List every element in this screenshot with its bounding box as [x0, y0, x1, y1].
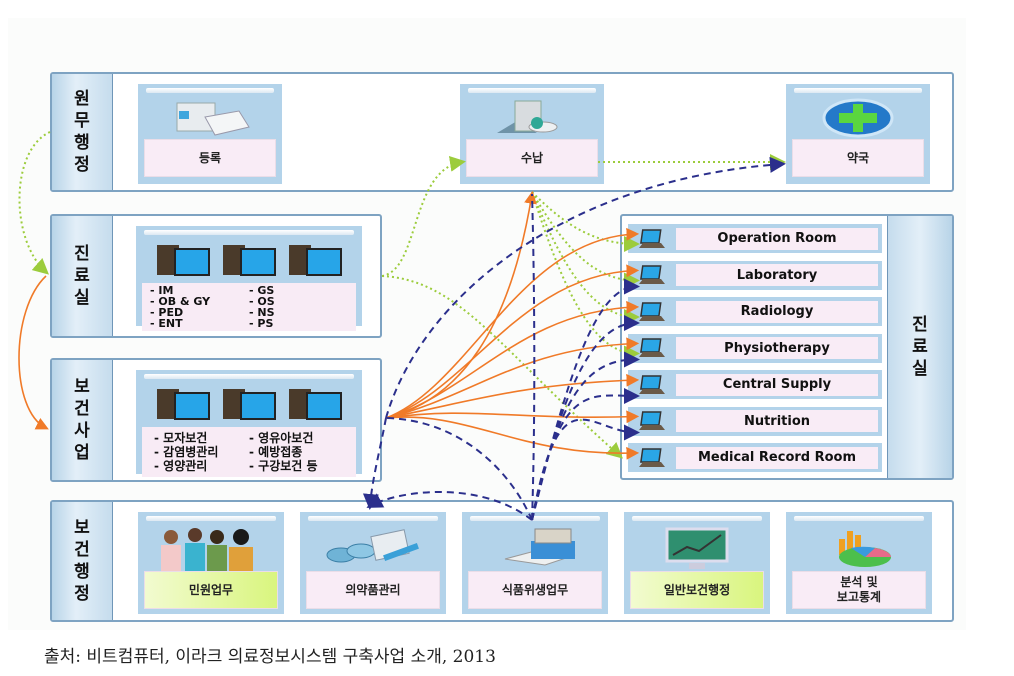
- tile-analysis-reporting-label: 분석 및 보고통계: [792, 571, 926, 609]
- source-caption: 출처: 비트컴퓨터, 이라크 의료정보시스템 구축사업 소개, 2013: [44, 647, 496, 667]
- section-health-admin-label: 보건행정: [74, 518, 90, 604]
- public-health-programs-panel: - 모자보건 - 감염병관리 - 영양관리 - 영유아보건 - 예방접종 - 구…: [136, 370, 362, 477]
- laptop-icon: [632, 447, 672, 469]
- tile-general-health-admin-label: 일반보건행정: [630, 571, 764, 609]
- room-row[interactable]: Operation Room: [628, 224, 882, 253]
- room-label: Physiotherapy: [676, 337, 878, 359]
- room-label: Radiology: [676, 300, 878, 323]
- tile-food-hygiene[interactable]: 식품위생업무: [462, 512, 608, 614]
- people-group-icon: [144, 525, 278, 571]
- section-clinic: 진료실 - IM - OB & GY - PED - ENT - GS - OS…: [50, 214, 382, 338]
- tile-general-health-admin[interactable]: 일반보건행정: [624, 512, 770, 614]
- room-row[interactable]: Medical Record Room: [628, 443, 882, 472]
- program-item: - 모자보건: [154, 431, 208, 445]
- monitor-chart-icon: [630, 525, 764, 571]
- tile-food-hygiene-label: 식품위생업무: [468, 571, 602, 609]
- tile-payment-label: 수납: [466, 139, 598, 177]
- section-clinic-rooms-label-bar: 진료실: [887, 216, 952, 478]
- laptop-icon: [632, 337, 672, 359]
- section-admin-label: 원무행정: [74, 89, 90, 175]
- section-public-health-label: 보건사업: [74, 377, 90, 463]
- room-row[interactable]: Physiotherapy: [628, 333, 882, 363]
- section-clinic-rooms: 진료실 Operation Room Laboratory Radiology Phy…: [620, 214, 954, 480]
- tile-drug-management[interactable]: 의약품관리: [300, 512, 446, 614]
- registration-printer-icon: [144, 97, 276, 139]
- program-item: - 예방접종: [249, 445, 303, 459]
- tile-registration-label: 등록: [144, 139, 276, 177]
- tile-pharmacy-label: 약국: [792, 139, 924, 177]
- room-label: Laboratory: [676, 264, 878, 286]
- tile-civil-affairs[interactable]: 민원업무: [138, 512, 284, 614]
- section-clinic-label-bar: 진료실: [52, 216, 113, 336]
- workstation-computers-icon: [142, 239, 356, 283]
- laptop-icon: [632, 301, 672, 323]
- room-label: Central Supply: [676, 373, 878, 396]
- clinic-departments-panel: - IM - OB & GY - PED - ENT - GS - OS - N…: [136, 226, 362, 331]
- section-admin-label-bar: 원무행정: [52, 74, 113, 190]
- tile-analysis-reporting[interactable]: 분석 및 보고통계: [786, 512, 932, 614]
- section-public-health: 보건사업 - 모자보건 - 감염병관리 - 영양관리 - 영유아보건 - 예방접…: [50, 358, 382, 482]
- room-row[interactable]: Radiology: [628, 297, 882, 326]
- tile-civil-affairs-label: 민원업무: [144, 571, 278, 609]
- room-row[interactable]: Central Supply: [628, 370, 882, 399]
- room-row[interactable]: Nutrition: [628, 406, 882, 436]
- program-item: - 구강보건 등: [249, 459, 318, 473]
- tile-pharmacy[interactable]: 약국: [786, 84, 930, 184]
- program-item: - 영유아보건: [249, 431, 314, 445]
- statistics-pie-icon: [792, 525, 926, 571]
- tile-drug-management-label: 의약품관리: [306, 571, 440, 609]
- program-item: - 감염병관리: [154, 445, 219, 459]
- section-public-health-label-bar: 보건사업: [52, 360, 113, 480]
- laptop-icon: [632, 374, 672, 396]
- section-health-admin: 보건행정 민원업무 의약품관리 식품위생업무 일반보건행정 분석 및 보고통계: [50, 500, 954, 622]
- department-item: - PS: [249, 317, 274, 330]
- tile-registration[interactable]: 등록: [138, 84, 282, 184]
- room-row[interactable]: Laboratory: [628, 260, 882, 290]
- pharmacy-plus-icon: [792, 97, 924, 139]
- medicine-supplies-icon: [306, 525, 440, 571]
- program-list: - 모자보건 - 감염병관리 - 영양관리 - 영유아보건 - 예방접종 - 구…: [142, 427, 356, 477]
- room-label: Medical Record Room: [676, 446, 878, 469]
- tile-payment[interactable]: 수납: [460, 84, 604, 184]
- payment-register-icon: [466, 97, 598, 139]
- department-item: - ENT: [150, 317, 183, 330]
- food-hygiene-tray-icon: [468, 525, 602, 571]
- laptop-icon: [632, 410, 672, 432]
- room-label: Operation Room: [676, 227, 878, 250]
- section-health-admin-label-bar: 보건행정: [52, 502, 113, 620]
- laptop-icon: [632, 228, 672, 250]
- department-list: - IM - OB & GY - PED - ENT - GS - OS - N…: [142, 283, 356, 331]
- section-clinic-rooms-label: 진료실: [912, 315, 928, 379]
- section-admin: 원무행정 등록 수납 약국: [50, 72, 954, 192]
- room-label: Nutrition: [676, 410, 878, 432]
- section-clinic-label: 진료실: [74, 244, 90, 308]
- program-item: - 영양관리: [154, 459, 208, 473]
- workstation-computers-icon: [142, 383, 356, 427]
- laptop-icon: [632, 264, 672, 286]
